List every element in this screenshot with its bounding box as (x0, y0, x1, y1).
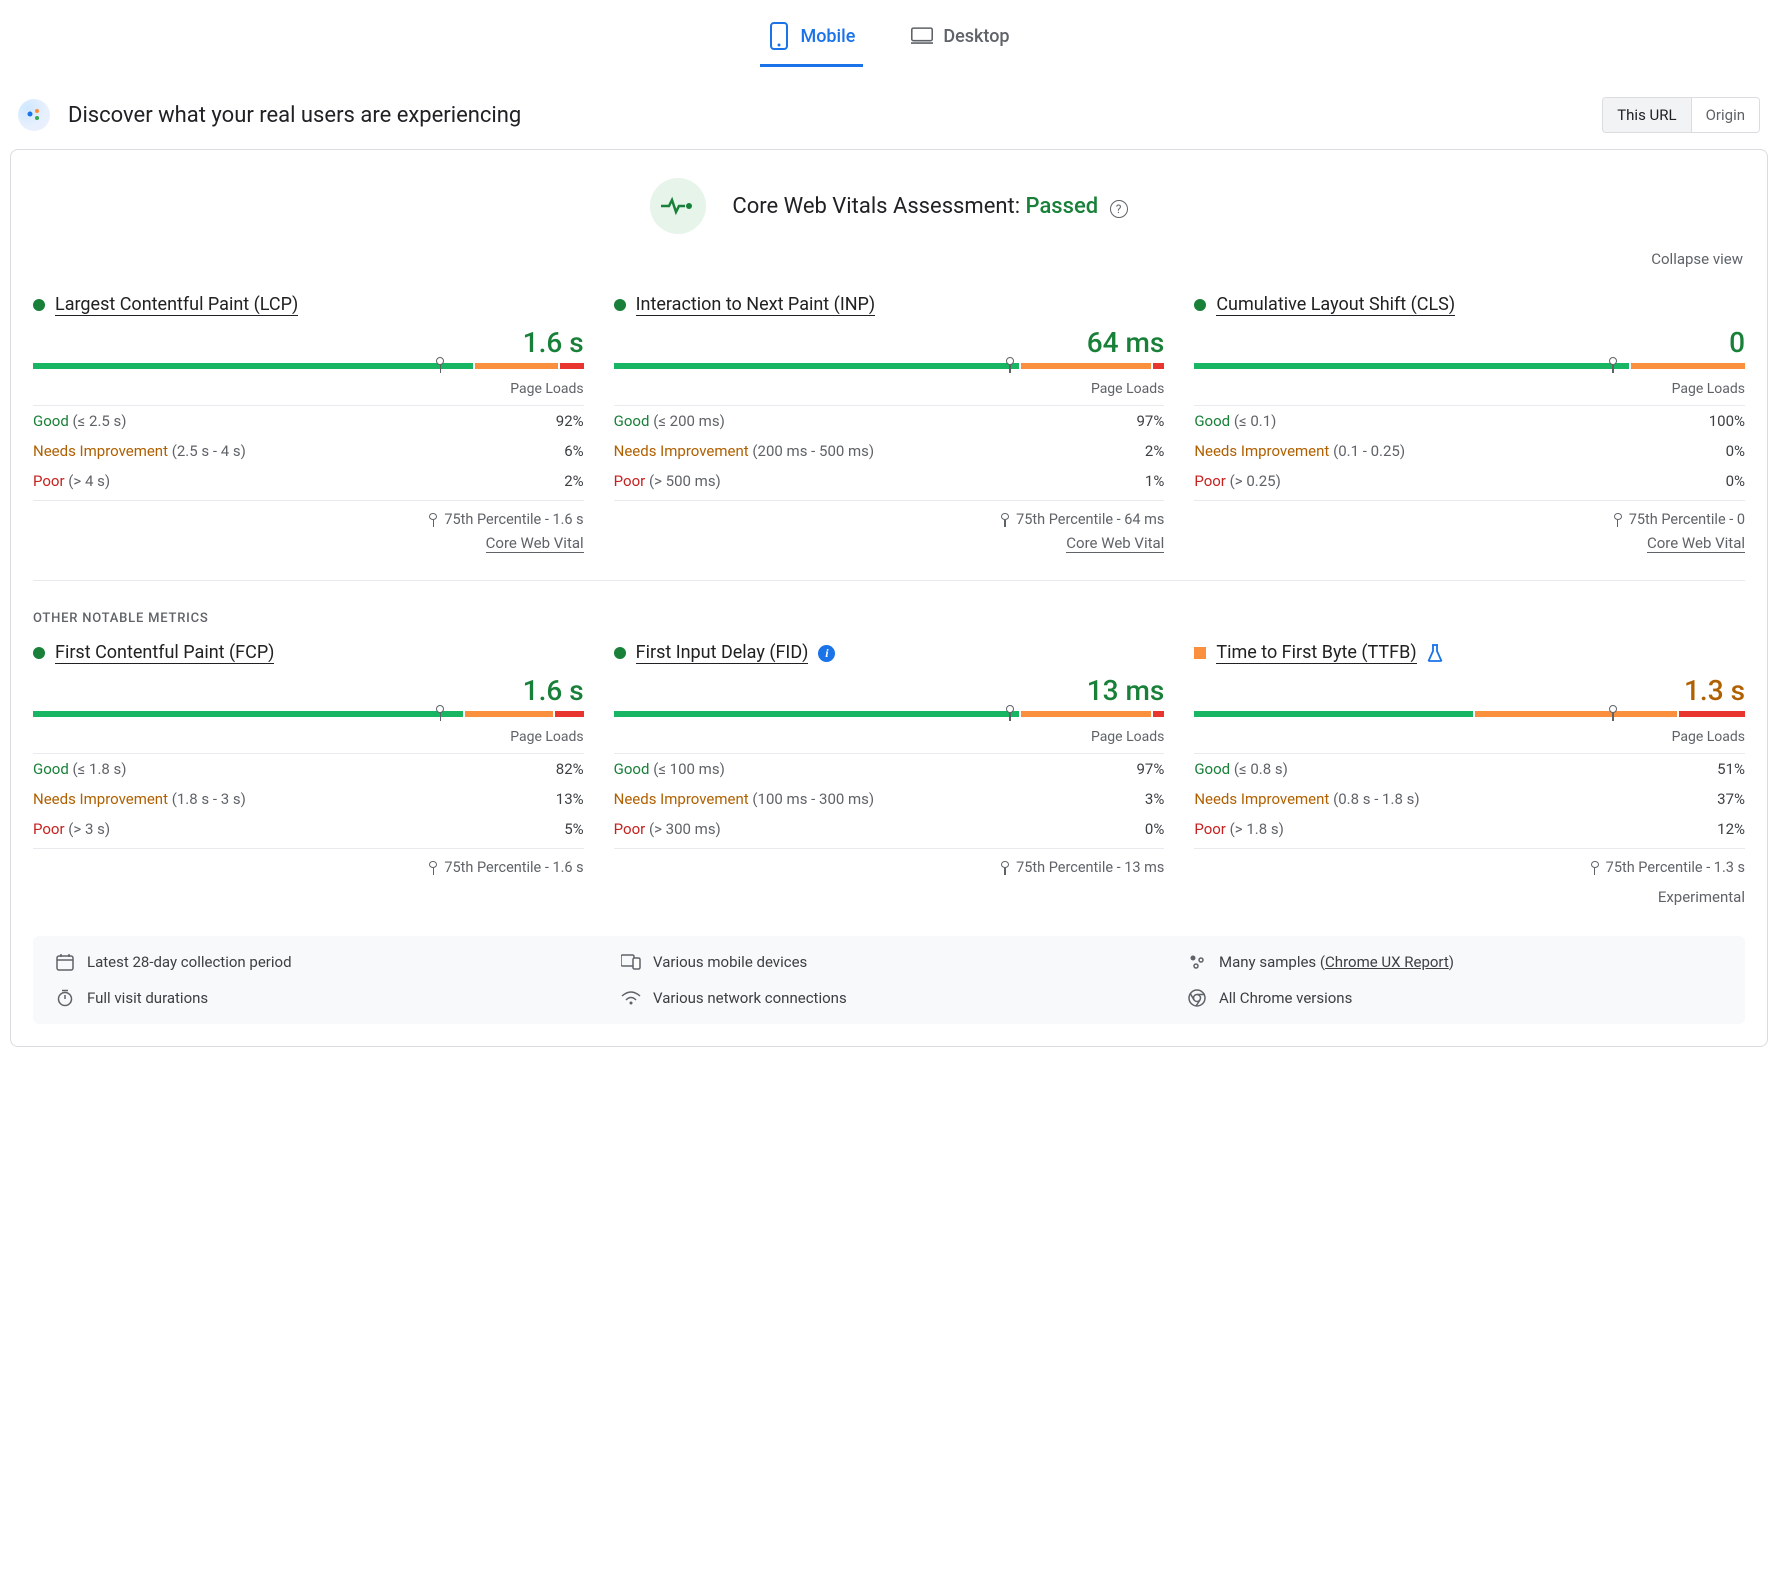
help-icon[interactable]: ? (1110, 200, 1128, 218)
stopwatch-icon (55, 988, 75, 1008)
status-square-orange (1194, 647, 1206, 659)
metric-fcp-bar (33, 711, 584, 717)
page-title: Discover what your real users are experi… (68, 103, 521, 128)
metric-fid-value: 13 ms (614, 674, 1165, 707)
page-loads-label: Page Loads (1194, 377, 1745, 406)
page-loads-label: Page Loads (33, 377, 584, 406)
experiment-icon (1427, 644, 1443, 662)
pulse-icon (650, 178, 706, 234)
metric-fcp-name[interactable]: First Contentful Paint (FCP) (55, 642, 274, 664)
metric-lcp: Largest Contentful Paint (LCP) 1.6 s Page … (33, 294, 584, 552)
tab-mobile[interactable]: Mobile (760, 10, 863, 67)
metric-fid-bar (614, 711, 1165, 717)
percentile-row: 75th Percentile - 13 ms (614, 849, 1165, 882)
metric-fcp-value: 1.6 s (33, 674, 584, 707)
collapse-view[interactable]: Collapse view (33, 242, 1745, 294)
toggle-this-url[interactable]: This URL (1603, 98, 1690, 132)
footer-durations: Full visit durations (55, 988, 591, 1008)
device-tabs: Mobile Desktop (10, 10, 1768, 67)
metric-ttfb-name[interactable]: Time to First Byte (TTFB) (1216, 642, 1416, 664)
metric-cls: Cumulative Layout Shift (CLS) 0 Page Loads… (1194, 294, 1745, 552)
percentile-marker (435, 705, 445, 721)
status-dot-green (1194, 299, 1206, 311)
users-globe-icon (18, 99, 50, 131)
footer-samples: Many samples (Chrome UX Report) (1187, 952, 1723, 972)
assessment-row: Core Web Vitals Assessment: Passed ? (33, 178, 1745, 234)
metric-ttfb-bar (1194, 711, 1745, 717)
page-loads-label: Page Loads (614, 725, 1165, 754)
assessment-status: Passed (1026, 194, 1099, 219)
page-loads-label: Page Loads (1194, 725, 1745, 754)
metric-inp-bar (614, 363, 1165, 369)
percentile-marker (1005, 705, 1015, 721)
metric-lcp-value: 1.6 s (33, 326, 584, 359)
percentile-row: 75th Percentile - 1.3 s (1194, 849, 1745, 882)
metric-cls-name[interactable]: Cumulative Layout Shift (CLS) (1216, 294, 1455, 316)
core-web-vital-link[interactable]: Core Web Vital (486, 534, 584, 553)
footer-period: Latest 28-day collection period (55, 952, 591, 972)
percentile-marker (1005, 357, 1015, 373)
vitals-card: Core Web Vitals Assessment: Passed ? Col… (10, 149, 1768, 1047)
metric-fid-name[interactable]: First Input Delay (FID) (636, 642, 809, 664)
metric-inp-value: 64 ms (614, 326, 1165, 359)
metric-inp: Interaction to Next Paint (INP) 64 ms Page… (614, 294, 1165, 552)
footer-devices: Various mobile devices (621, 952, 1157, 972)
page-loads-label: Page Loads (614, 377, 1165, 406)
percentile-marker (1608, 357, 1618, 373)
desktop-icon (911, 22, 933, 50)
metric-ttfb: Time to First Byte (TTFB) 1.3 s Page Loads… (1194, 642, 1745, 906)
other-section-label: OTHER NOTABLE METRICS (33, 581, 1745, 642)
metric-fcp: First Contentful Paint (FCP) 1.6 s Page Lo… (33, 642, 584, 906)
metric-fid: First Input Delay (FID)i13 msPage LoadsG… (614, 642, 1165, 906)
wifi-icon (621, 988, 641, 1008)
metric-lcp-name[interactable]: Largest Contentful Paint (LCP) (55, 294, 298, 316)
header-row: Discover what your real users are experi… (10, 97, 1768, 149)
percentile-marker (1608, 705, 1618, 721)
toggle-origin[interactable]: Origin (1691, 98, 1759, 132)
devices-icon (621, 952, 641, 972)
status-dot-green (614, 299, 626, 311)
percentile-row: 75th Percentile - 1.6 s (33, 501, 584, 534)
core-web-vital-link[interactable]: Core Web Vital (1066, 534, 1164, 553)
tab-desktop-label: Desktop (943, 26, 1009, 47)
calendar-icon (55, 952, 75, 972)
info-icon[interactable]: i (818, 645, 835, 662)
tab-mobile-label: Mobile (800, 26, 855, 47)
percentile-row: 75th Percentile - 64 ms (614, 501, 1165, 534)
assessment-label: Core Web Vitals Assessment: (732, 194, 1025, 219)
tab-desktop[interactable]: Desktop (903, 10, 1017, 67)
metric-cls-bar (1194, 363, 1745, 369)
footer-versions: All Chrome versions (1187, 988, 1723, 1008)
samples-icon (1187, 952, 1207, 972)
core-metrics-grid: Largest Contentful Paint (LCP) 1.6 s Page … (33, 294, 1745, 581)
metric-ttfb-value: 1.3 s (1194, 674, 1745, 707)
status-dot-green (614, 647, 626, 659)
percentile-row: 75th Percentile - 0 (1194, 501, 1745, 534)
chrome-icon (1187, 988, 1207, 1008)
page-loads-label: Page Loads (33, 725, 584, 754)
percentile-marker (435, 357, 445, 373)
footer: Latest 28-day collection period Various … (33, 936, 1745, 1024)
footer-connections: Various network connections (621, 988, 1157, 1008)
core-web-vital-link[interactable]: Core Web Vital (1647, 534, 1745, 553)
mobile-icon (768, 22, 790, 50)
other-metrics-grid: First Contentful Paint (FCP) 1.6 s Page Lo… (33, 642, 1745, 906)
status-dot-green (33, 299, 45, 311)
experimental-label: Experimental (1194, 882, 1745, 906)
scope-toggle: This URL Origin (1602, 97, 1760, 133)
chrome-ux-report-link[interactable]: Chrome UX Report (1325, 953, 1449, 971)
metric-inp-name[interactable]: Interaction to Next Paint (INP) (636, 294, 876, 316)
percentile-row: 75th Percentile - 1.6 s (33, 849, 584, 882)
metric-lcp-bar (33, 363, 584, 369)
metric-cls-value: 0 (1194, 326, 1745, 359)
status-dot-green (33, 647, 45, 659)
assessment-text: Core Web Vitals Assessment: Passed ? (732, 194, 1127, 219)
